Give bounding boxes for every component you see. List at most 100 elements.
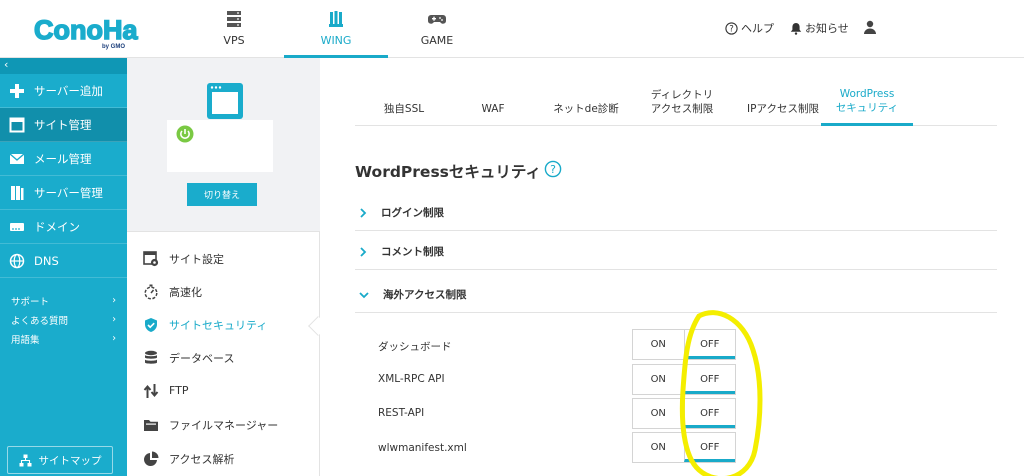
setting-label-xmlrpc: XML-RPC API	[378, 373, 445, 385]
tab-label: 独自SSL	[383, 103, 425, 115]
toggle-on-button[interactable]: ON	[633, 399, 684, 428]
sidebar-link-faq[interactable]: よくある質問 ›	[0, 310, 127, 329]
tab-net-diagnosis[interactable]: ネットde診断	[541, 58, 631, 126]
wing-icon	[329, 11, 343, 27]
site-settings-icon	[143, 250, 159, 266]
database-icon	[145, 350, 157, 364]
subnav-item-site-security[interactable]: サイトセキュリティ	[127, 308, 320, 341]
plus-icon	[10, 83, 24, 98]
sidebar-item-label: サーバー管理	[34, 185, 103, 200]
sidebar-item-site-management[interactable]: サイト管理	[0, 108, 127, 142]
sidebar-item-domain[interactable]: ドメイン	[0, 210, 127, 244]
chevron-down-icon	[359, 291, 369, 298]
sidebar-link-label: 用語集	[11, 334, 40, 346]
user-icon	[864, 20, 876, 34]
notice-label: お知らせ	[805, 22, 849, 35]
setting-label-wlwmanifest: wlwmanifest.xml	[378, 442, 467, 454]
chevron-right-icon: ›	[112, 295, 116, 306]
subnav-item-speedup[interactable]: 高速化	[127, 275, 320, 308]
sidebar-link-label: サポート	[11, 296, 50, 308]
sidebar-collapse-button[interactable]: ‹	[0, 58, 127, 74]
subnav-item-label: FTP	[169, 384, 189, 397]
switch-site-button[interactable]: 切り替え	[187, 183, 257, 206]
bell-icon	[790, 22, 802, 35]
site-subnav: 切り替え サイト設定 高速化 サイトセキュリティ データベース FTP ファイル…	[127, 58, 320, 476]
accordion-label: 海外アクセス制限	[383, 289, 467, 301]
sidebar-item-dns[interactable]: DNS	[0, 244, 127, 278]
conoha-logo[interactable]: ConoHa by GMO	[32, 10, 144, 50]
sidebar-item-server-management[interactable]: サーバー管理	[0, 176, 127, 210]
tab-game-label: GAME	[420, 34, 454, 47]
chevron-right-icon	[360, 207, 367, 218]
chevron-right-icon: ›	[112, 314, 116, 325]
security-tabs: 独自SSL WAF ネットde診断 ディレクトリ アクセス制限 IPアクセス制限…	[355, 58, 997, 126]
highlight-annotation	[679, 310, 763, 476]
tab-vps-label: VPS	[223, 34, 245, 47]
top-header: ConoHa by GMO VPS WING GAME ? ヘルプ お知らせ	[0, 0, 1024, 58]
help-label: ヘルプ	[741, 22, 774, 35]
page-title: WordPressセキュリティ	[355, 163, 541, 181]
subnav-item-ftp[interactable]: FTP	[127, 374, 320, 407]
toggle-on-button[interactable]: ON	[633, 330, 684, 359]
mail-icon	[9, 152, 25, 164]
sidebar-link-label: よくある質問	[11, 315, 69, 327]
sidebar-item-mail[interactable]: メール管理	[0, 142, 127, 176]
tab-label: ディレクトリ アクセス制限	[650, 89, 714, 115]
chevron-right-icon: ›	[112, 333, 116, 344]
subnav-item-site-settings[interactable]: サイト設定	[127, 242, 320, 275]
window-icon	[9, 117, 25, 132]
sidebar-link-support[interactable]: サポート ›	[0, 291, 127, 310]
sidebar-item-label: サーバー追加	[34, 83, 103, 98]
logo-sub: by GMO	[102, 44, 125, 50]
globe-icon	[9, 253, 25, 268]
sitemap-button[interactable]: サイトマップ	[7, 446, 113, 474]
tab-ssl[interactable]: 独自SSL	[365, 58, 443, 126]
accordion-login-limit[interactable]: ログイン制限	[355, 195, 997, 231]
subnav-item-label: データベース	[169, 351, 235, 365]
stopwatch-icon	[144, 284, 158, 300]
help-circle-icon: ?	[725, 21, 738, 35]
subnav-item-access-analysis[interactable]: アクセス解析	[127, 442, 320, 475]
sitemap-icon	[19, 454, 31, 466]
sidebar-link-glossary[interactable]: 用語集 ›	[0, 329, 127, 348]
sidebar: ‹ サーバー追加 サイト管理 メール管理 サーバー管理 ドメイン DNS サポー…	[0, 58, 127, 476]
tab-label: WAF	[481, 103, 505, 115]
help-link[interactable]: ? ヘルプ	[725, 20, 774, 36]
notice-link[interactable]: お知らせ	[790, 20, 849, 36]
tab-game[interactable]: GAME	[385, 0, 489, 58]
tab-label: ネットde診断	[553, 103, 619, 115]
tab-ip-access[interactable]: IPアクセス制限	[733, 58, 833, 126]
tab-vps[interactable]: VPS	[182, 0, 286, 58]
help-circle-icon[interactable]: ?	[544, 160, 562, 178]
user-menu[interactable]	[863, 20, 880, 34]
accordion-comment-limit[interactable]: コメント制限	[355, 234, 997, 270]
toggle-on-button[interactable]: ON	[633, 433, 684, 462]
logo-text: ConoHa	[34, 15, 138, 45]
power-icon	[176, 125, 194, 143]
subnav-item-label: アクセス解析	[169, 452, 235, 466]
tab-label: IPアクセス制限	[747, 103, 819, 115]
accordion-foreign-access-limit[interactable]: 海外アクセス制限	[355, 277, 997, 313]
toggle-on-button[interactable]: ON	[633, 365, 684, 394]
server-icon	[11, 185, 24, 200]
pie-chart-icon	[144, 451, 159, 466]
accordion-label: コメント制限	[381, 246, 444, 258]
sidebar-item-label: DNS	[34, 253, 59, 268]
tab-directory-access[interactable]: ディレクトリ アクセス制限	[639, 58, 725, 126]
chevron-right-icon	[360, 246, 367, 257]
svg-text:?: ?	[729, 24, 734, 34]
subnav-item-file-manager[interactable]: ファイルマネージャー	[127, 408, 320, 441]
site-card: 切り替え	[127, 58, 320, 232]
folder-icon	[144, 419, 158, 431]
transfer-icon	[143, 383, 159, 398]
tab-waf[interactable]: WAF	[459, 58, 527, 126]
subnav-item-label: 高速化	[169, 285, 202, 299]
tab-label: WordPress セキュリティ	[835, 88, 899, 114]
tab-wordpress-security[interactable]: WordPress セキュリティ	[821, 58, 913, 126]
sidebar-item-add-server[interactable]: サーバー追加	[0, 74, 127, 108]
server-icon	[227, 11, 241, 27]
subnav-item-label: サイトセキュリティ	[169, 318, 268, 332]
site-window-icon	[207, 83, 243, 119]
subnav-item-database[interactable]: データベース	[127, 341, 320, 374]
tab-wing[interactable]: WING	[284, 0, 388, 58]
